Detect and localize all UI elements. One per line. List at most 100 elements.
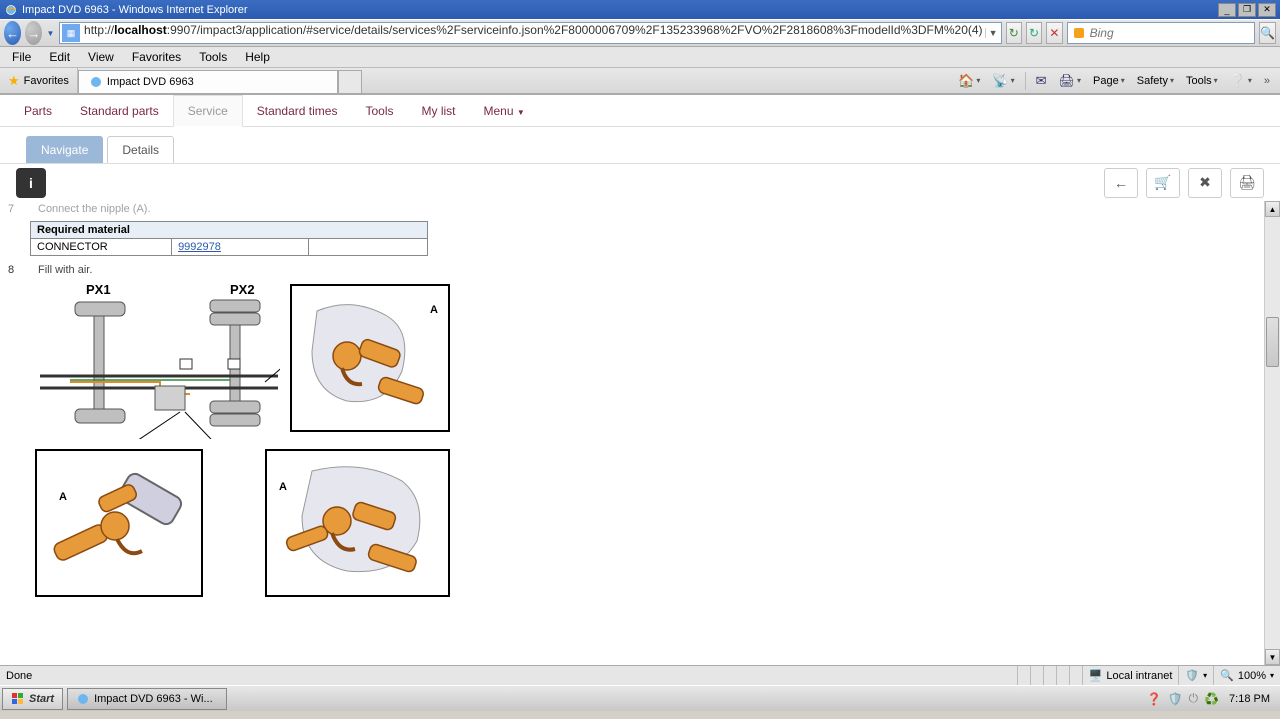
safety-menu[interactable]: Safety▾ [1133, 70, 1178, 92]
tray-icon[interactable]: ❓ [1147, 692, 1162, 706]
scroll-down-button[interactable]: ▼ [1265, 649, 1280, 665]
feeds-button[interactable]: 📡▾ [988, 70, 1018, 92]
material-link[interactable]: 9992978 [178, 241, 221, 253]
search-input[interactable] [1090, 26, 1254, 40]
stop-button[interactable]: ✕ [1046, 22, 1062, 44]
go-button[interactable]: ↻ [1006, 22, 1022, 44]
ie-icon [76, 692, 90, 706]
tools-menu[interactable]: Tools▾ [1182, 70, 1222, 92]
subtab-details[interactable]: Details [107, 136, 174, 163]
favorites-button[interactable]: ★ Favorites [0, 68, 78, 93]
command-bar: 🏠▾ 📡▾ ✉ 🖨▾ Page▾ Safety▾ Tools▾ ❔▾ » [948, 68, 1280, 93]
chevron-down-icon: ▼ [517, 108, 525, 117]
overflow-chevron[interactable]: » [1260, 75, 1274, 87]
status-cell [1017, 666, 1030, 685]
taskbar: Start Impact DVD 6963 - Wi... ❓ 🛡️ ⏻ ♻️ … [0, 685, 1280, 711]
app-tab-tools[interactable]: Tools [351, 96, 407, 126]
status-cell [1043, 666, 1056, 685]
table-row: CONNECTOR 9992978 [31, 239, 428, 256]
tb-cart-button[interactable]: 🛒 [1146, 168, 1180, 198]
windows-flag-icon [11, 692, 25, 706]
info-button[interactable]: i [16, 168, 46, 198]
search-button[interactable]: 🔍 [1259, 22, 1276, 44]
rss-icon: 📡 [992, 73, 1008, 89]
diagram-label-a: A [430, 304, 438, 316]
ie-icon [4, 3, 18, 17]
tray-icon[interactable]: ⏻ [1189, 691, 1199, 706]
address-dropdown[interactable]: ▼ [985, 28, 1001, 38]
tray-icon[interactable]: ♻️ [1204, 692, 1219, 706]
taskbar-item-ie[interactable]: Impact DVD 6963 - Wi... [67, 688, 227, 710]
printer-icon: 🖨 [1238, 174, 1256, 191]
scroll-track[interactable] [1265, 217, 1280, 649]
protected-mode[interactable]: 🛡️▾ [1178, 666, 1213, 685]
app-tab-standard-times[interactable]: Standard times [243, 96, 352, 126]
menu-view[interactable]: View [80, 48, 122, 66]
page-menu[interactable]: Page▾ [1089, 70, 1129, 92]
step-text: Connect the nipple (A). [38, 203, 151, 215]
mail-icon: ✉ [1036, 73, 1047, 89]
subtab-navigate[interactable]: Navigate [26, 136, 103, 163]
scroll-up-button[interactable]: ▲ [1265, 201, 1280, 217]
address-input[interactable]: http://localhost:9907/impact3/applicatio… [82, 23, 985, 43]
vertical-scrollbar[interactable]: ▲ ▼ [1264, 201, 1280, 665]
printer-icon: 🖨 [1059, 73, 1076, 89]
step-text: Fill with air. [38, 264, 92, 276]
shield-icon: 🛡️ [1185, 669, 1199, 682]
scroll-thumb[interactable] [1266, 317, 1279, 367]
intranet-icon: 🖥️ [1089, 669, 1103, 682]
minimize-button[interactable]: _ [1218, 3, 1236, 17]
menu-favorites[interactable]: Favorites [124, 48, 189, 66]
menu-help[interactable]: Help [237, 48, 278, 66]
tray-icon[interactable]: 🛡️ [1168, 692, 1183, 706]
tb-print-button[interactable]: 🖨 [1230, 168, 1264, 198]
forward-button[interactable]: → [25, 21, 42, 45]
app-tab-standard-parts[interactable]: Standard parts [66, 96, 173, 126]
compat-button[interactable]: ↻ [1026, 22, 1042, 44]
home-icon: 🏠 [958, 73, 974, 89]
status-text: Done [0, 670, 38, 682]
menu-edit[interactable]: Edit [41, 48, 78, 66]
tb-back-button[interactable]: ← [1104, 168, 1138, 198]
print-button[interactable]: 🖨▾ [1055, 70, 1086, 92]
status-cell [1069, 666, 1082, 685]
restore-button[interactable]: ❐ [1238, 3, 1256, 17]
favorites-label: Favorites [24, 75, 69, 87]
help-button[interactable]: ❔▾ [1226, 70, 1256, 92]
search-box [1067, 22, 1255, 44]
status-cell [1030, 666, 1043, 685]
back-button[interactable]: ← [4, 21, 21, 45]
history-dropdown[interactable]: ▼ [46, 29, 55, 38]
required-material-table: Required material CONNECTOR 9992978 [30, 221, 428, 256]
wrench-icon: ✖ [1199, 174, 1211, 191]
app-tab-menu[interactable]: Menu ▼ [469, 96, 538, 126]
page-icon: ▦ [62, 24, 80, 42]
tab-favicon [89, 75, 103, 89]
tab-title: Impact DVD 6963 [107, 76, 194, 88]
close-button[interactable]: ✕ [1258, 3, 1276, 17]
page-viewport: Parts Standard parts Service Standard ti… [0, 94, 1280, 665]
read-mail-button[interactable]: ✉ [1032, 70, 1051, 92]
step-number: 7 [8, 203, 20, 215]
step-8: 8 Fill with air. [0, 262, 1264, 278]
app-tab-service[interactable]: Service [173, 95, 243, 127]
new-tab-button[interactable] [338, 70, 362, 93]
browser-tab[interactable]: Impact DVD 6963 [78, 70, 338, 93]
table-header: Required material [31, 222, 428, 239]
app-tab-parts[interactable]: Parts [10, 96, 66, 126]
clock[interactable]: 7:18 PM [1225, 693, 1274, 705]
zoom-control[interactable]: 🔍 100% ▾ [1213, 666, 1280, 685]
star-icon: ★ [8, 73, 20, 89]
status-zone[interactable]: 🖥️ Local intranet [1082, 666, 1179, 685]
step-7: 7 Connect the nipple (A). [0, 201, 1264, 217]
home-button[interactable]: 🏠▾ [954, 70, 984, 92]
cart-icon: 🛒 [1154, 174, 1171, 191]
app-tab-my-list[interactable]: My list [407, 96, 469, 126]
material-name: CONNECTOR [31, 239, 172, 256]
chassis-schematic [30, 294, 280, 439]
tb-tools-button[interactable]: ✖ [1188, 168, 1222, 198]
menu-file[interactable]: File [4, 48, 39, 66]
menu-tools[interactable]: Tools [191, 48, 235, 66]
start-button[interactable]: Start [2, 688, 63, 710]
status-cell [1056, 666, 1069, 685]
